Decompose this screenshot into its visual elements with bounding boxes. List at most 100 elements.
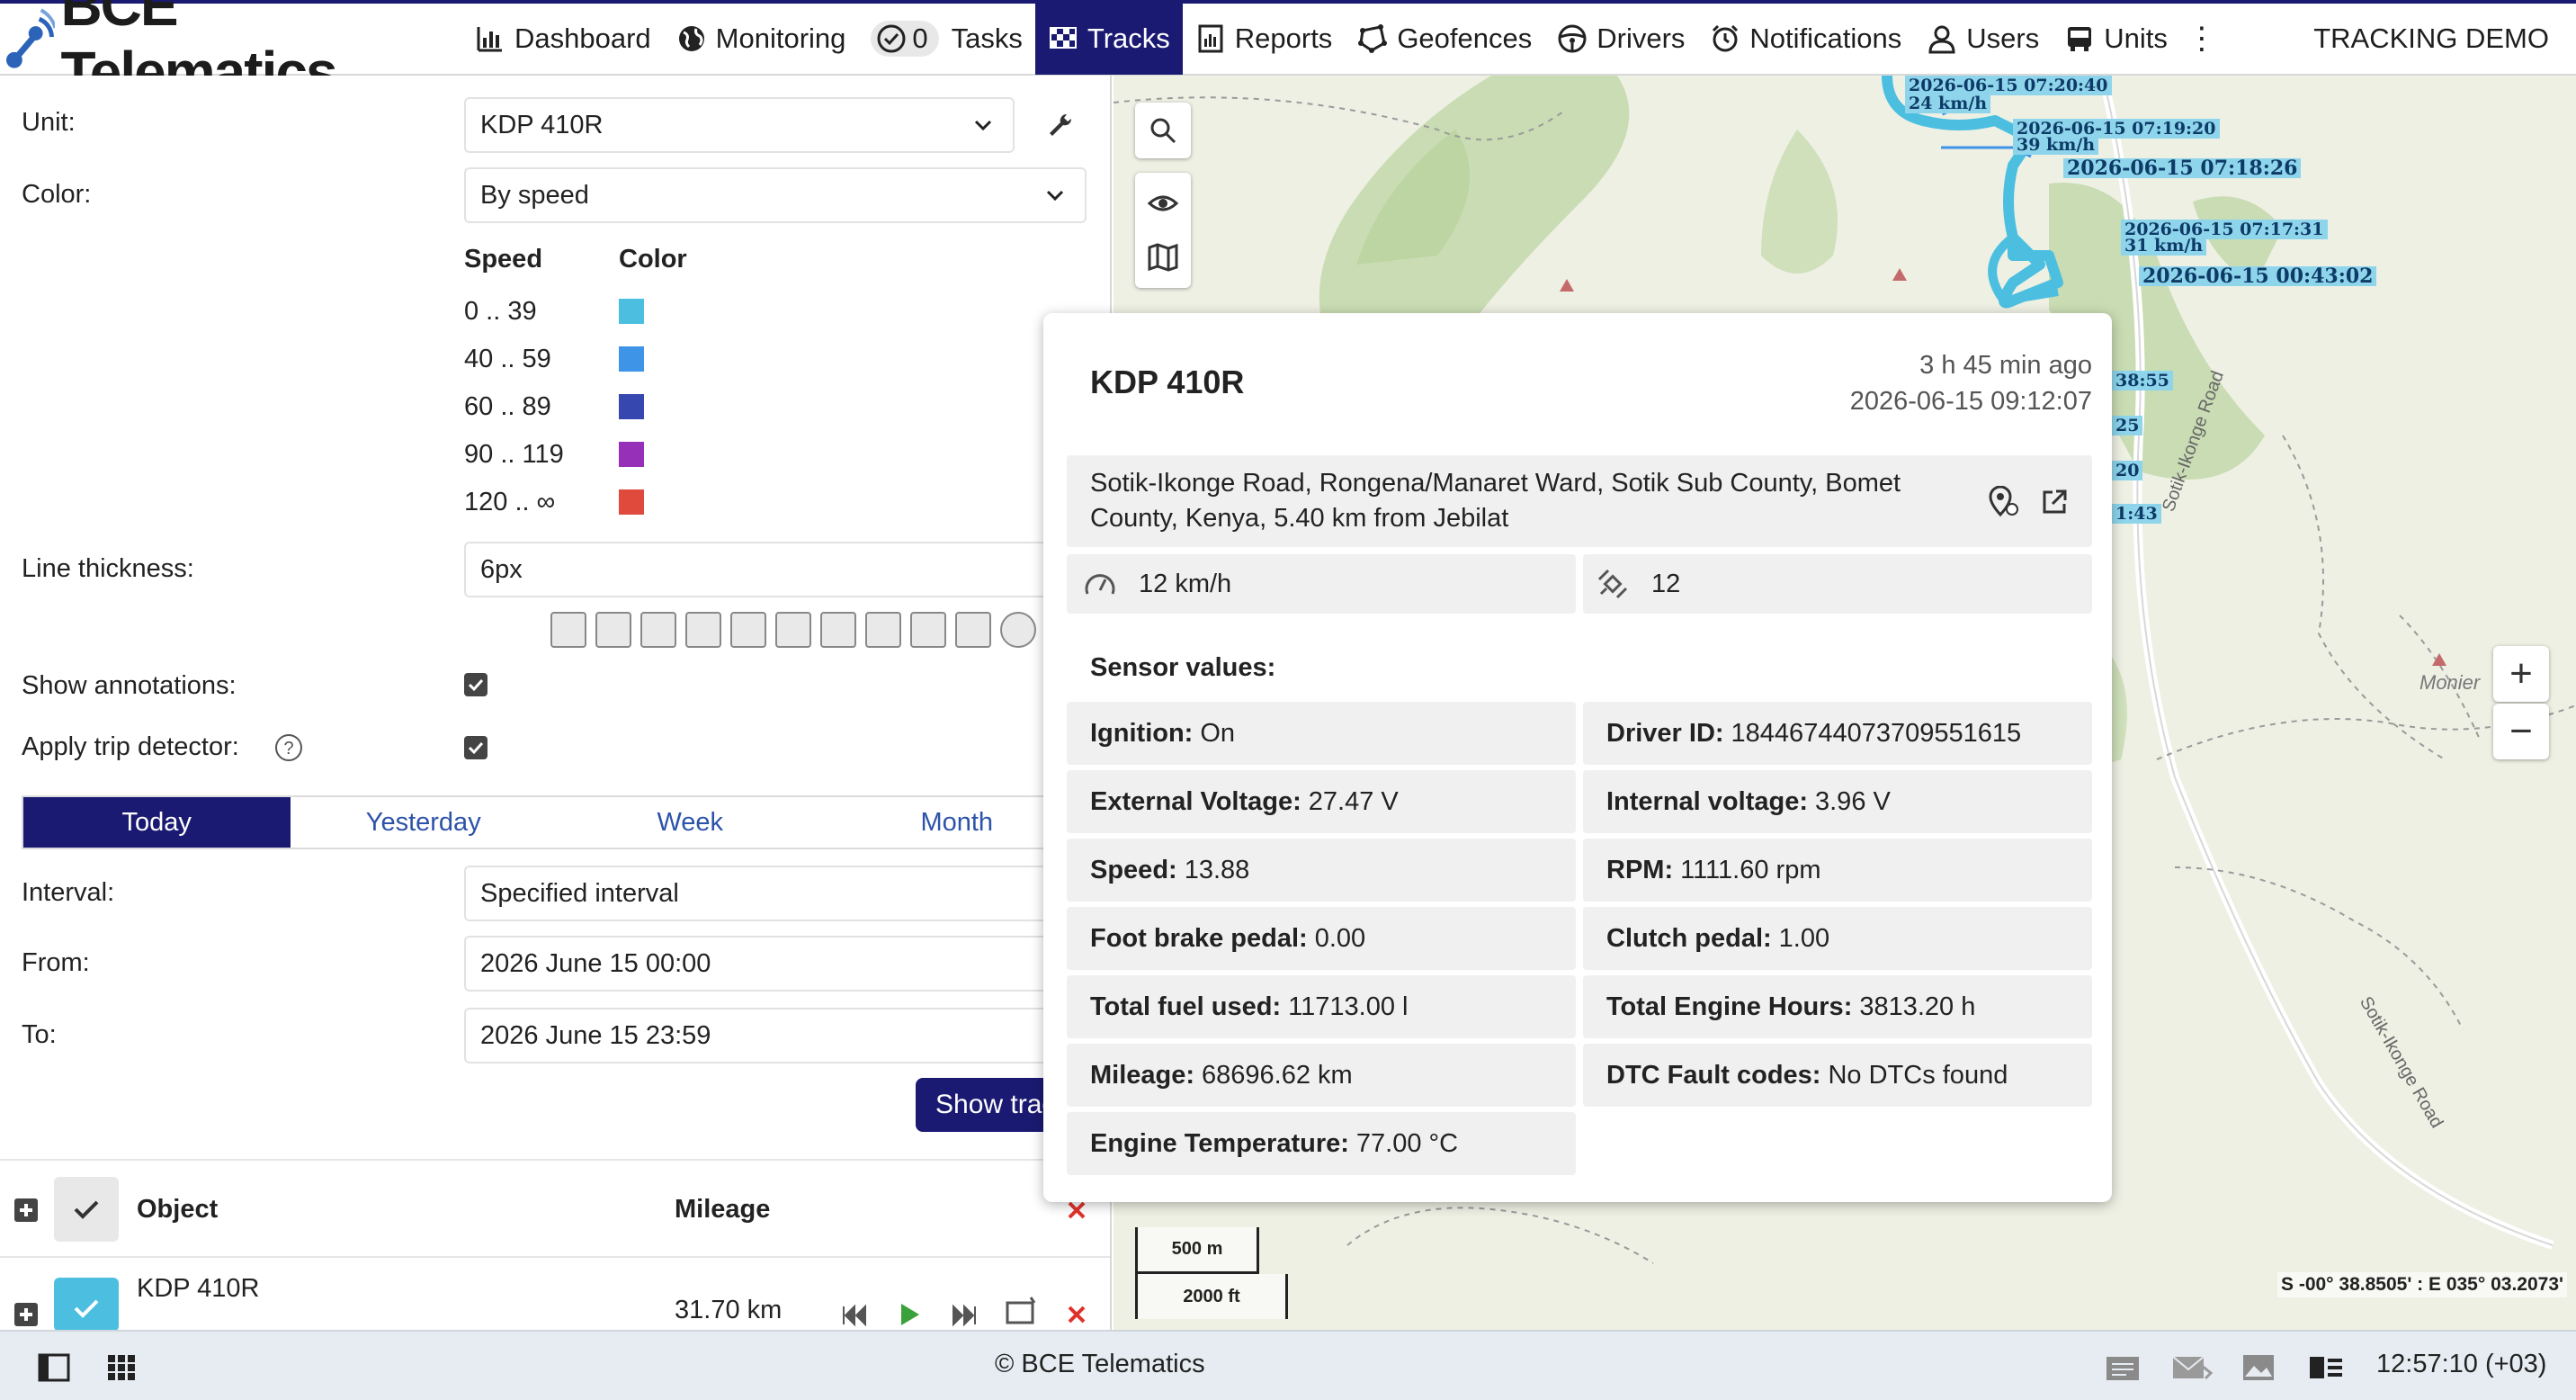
- flag-icon[interactable]: [820, 612, 856, 648]
- trip-detector-label: Apply trip detector:: [22, 732, 239, 761]
- fast-forward-icon[interactable]: [952, 1303, 979, 1328]
- scale-bar-imperial: 2000 ft: [1135, 1274, 1288, 1319]
- image-icon[interactable]: [2241, 1353, 2276, 1382]
- sensor-value-row: Internal voltage: 3.96 V: [1583, 770, 2092, 833]
- legend-color-header: Color: [619, 245, 687, 274]
- number-marker-icon[interactable]: [550, 612, 586, 648]
- tab-yesterday[interactable]: Yesterday: [291, 797, 558, 848]
- gauge-icon[interactable]: [685, 612, 721, 648]
- zoom-out-button[interactable]: −: [2493, 704, 2549, 759]
- track-label: 1:43: [2112, 504, 2161, 524]
- eye-icon[interactable]: [1147, 187, 1179, 220]
- nav-geofences-label: Geofences: [1397, 22, 1533, 54]
- sensor-value-row: Ignition: On: [1067, 702, 1576, 765]
- nav-geofences[interactable]: Geofences: [1345, 3, 1544, 75]
- select-all-checkbox[interactable]: [54, 1177, 119, 1242]
- nav-tracks[interactable]: Tracks: [1034, 3, 1183, 75]
- tab-week[interactable]: Week: [557, 797, 824, 848]
- row-checkbox[interactable]: [54, 1278, 119, 1330]
- from-date-input[interactable]: 2026 June 15 00:00: [464, 936, 1110, 992]
- account-name[interactable]: TRACKING DEMO: [2313, 22, 2549, 55]
- event-icon[interactable]: [640, 612, 676, 648]
- map-search-button[interactable]: [1135, 103, 1191, 158]
- from-label: From:: [22, 948, 90, 977]
- tasks-count: 0: [912, 22, 928, 54]
- nav-units[interactable]: Units: [2052, 3, 2180, 75]
- stop-icon[interactable]: [1000, 612, 1036, 648]
- grid-icon[interactable]: [106, 1353, 137, 1382]
- popup-speed: 12 km/h: [1067, 554, 1576, 614]
- sensor-value: 13.88: [1184, 855, 1250, 884]
- expand-all-icon[interactable]: [14, 1198, 38, 1222]
- mail-icon[interactable]: [2171, 1353, 2214, 1382]
- sensor-name: Total fuel used:: [1090, 992, 1282, 1021]
- track-label: 2026-06-15 00:43:02: [2139, 266, 2377, 286]
- photo-icon[interactable]: [865, 612, 901, 648]
- brand-logo[interactable]: BCE Telematics: [0, 0, 462, 104]
- play-icon[interactable]: [896, 1301, 923, 1328]
- sensor-name: Total Engine Hours:: [1606, 992, 1853, 1021]
- help-icon[interactable]: ?: [273, 732, 304, 763]
- nav-reports-label: Reports: [1234, 22, 1333, 54]
- interval-select[interactable]: Specified interval: [464, 866, 1110, 921]
- globe-icon: [676, 23, 707, 54]
- sidebar-toggle-icon[interactable]: [38, 1353, 70, 1382]
- footer-copyright: © BCE Telematics: [995, 1350, 1205, 1378]
- track-label: 2026-06-15 07:18:26: [2063, 158, 2302, 178]
- to-date-input[interactable]: 2026 June 15 23:59: [464, 1008, 1110, 1063]
- zoom-in-button[interactable]: +: [2493, 646, 2549, 702]
- line-thickness-input[interactable]: 6px: [464, 542, 1110, 597]
- unit-select-value: KDP 410R: [480, 110, 604, 139]
- more-menu-button[interactable]: ⋮: [2180, 3, 2223, 75]
- nav-drivers[interactable]: Drivers: [1544, 3, 1697, 75]
- trip-detector-checkbox[interactable]: [464, 736, 487, 759]
- mileage-column-header: Mileage: [675, 1195, 771, 1224]
- show-annotations-label: Show annotations:: [22, 671, 237, 700]
- cursor-coordinates: S -00° 38.8505' : E 035° 03.2073': [2276, 1272, 2567, 1297]
- tracks-settings-panel: Unit: KDP 410R Color: By speed Speed Col…: [0, 76, 1112, 1330]
- sensor-value-row: DTC Fault codes: No DTCs found: [1583, 1044, 2092, 1107]
- open-external-icon[interactable]: [2040, 488, 2069, 516]
- alarm-clock-icon: [1710, 23, 1740, 54]
- rewind-icon[interactable]: [840, 1303, 867, 1328]
- location-pin-icon[interactable]: [1988, 485, 2020, 518]
- nav-tasks[interactable]: 0 Tasks: [858, 3, 1035, 75]
- from-date-value: 2026 June 15 00:00: [480, 948, 711, 978]
- video-icon[interactable]: [910, 612, 946, 648]
- remove-row-icon[interactable]: [1065, 1303, 1088, 1326]
- parking-icon[interactable]: [955, 612, 991, 648]
- message-icon[interactable]: [2105, 1353, 2141, 1382]
- table-row[interactable]: KDP 410R 31.70 km: [0, 1260, 1110, 1330]
- sensor-value-row: Engine Temperature: 77.00 °C: [1067, 1112, 1576, 1175]
- place-label: Monier: [2419, 671, 2481, 694]
- bus-icon: [2064, 23, 2095, 54]
- charger-icon[interactable]: [775, 612, 811, 648]
- sensor-value: 27.47 V: [1308, 786, 1399, 816]
- sensor-name: External Voltage:: [1090, 786, 1301, 816]
- flags-icon[interactable]: [595, 612, 631, 648]
- fuel-pump-icon[interactable]: [730, 612, 766, 648]
- nav-monitoring[interactable]: Monitoring: [664, 3, 859, 75]
- panel-layout-icon[interactable]: [2308, 1355, 2344, 1380]
- wrench-icon[interactable]: [1047, 112, 1074, 139]
- nav-users[interactable]: Users: [1914, 3, 2052, 75]
- nav-notifications[interactable]: Notifications: [1697, 3, 1914, 75]
- map-layers-icon[interactable]: [1147, 241, 1179, 274]
- sensor-name: Foot brake pedal:: [1090, 923, 1308, 953]
- legend-range: 40 .. 59: [464, 345, 551, 373]
- show-annotations-checkbox[interactable]: [464, 673, 487, 696]
- sensor-value-row: Total fuel used: 11713.00 l: [1067, 975, 1576, 1038]
- sensor-value-row: Total Engine Hours: 3813.20 h: [1583, 975, 2092, 1038]
- sensor-name: Speed:: [1090, 855, 1177, 884]
- map-layer-buttons: [1135, 173, 1191, 288]
- tab-today[interactable]: Today: [23, 797, 291, 848]
- route-icon[interactable]: [1004, 1296, 1038, 1326]
- unit-select[interactable]: KDP 410R: [464, 97, 1015, 153]
- track-label: 2026-06-15 07:20:40: [1905, 76, 2112, 95]
- nav-reports[interactable]: Reports: [1183, 3, 1346, 75]
- expand-row-icon[interactable]: [14, 1303, 38, 1326]
- color-select[interactable]: By speed: [464, 167, 1087, 223]
- row-object-name: KDP 410R: [137, 1274, 260, 1303]
- nav-dashboard[interactable]: Dashboard: [462, 3, 664, 75]
- bar-chart-icon: [475, 23, 505, 54]
